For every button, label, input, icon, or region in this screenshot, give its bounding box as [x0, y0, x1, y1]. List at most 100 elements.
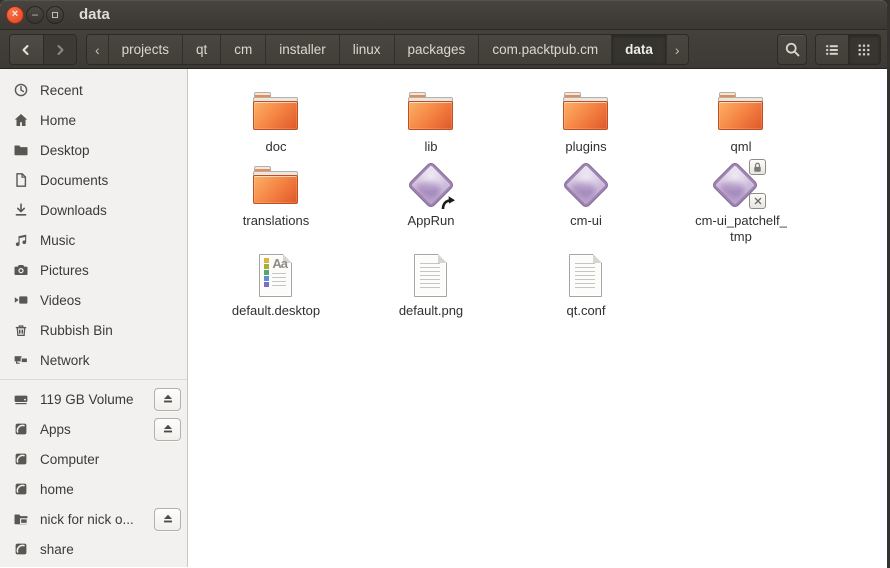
file-item-cm-ui[interactable]: cm-ui	[516, 161, 656, 229]
home-icon	[13, 112, 29, 128]
sidebar-item-home[interactable]: Home	[0, 105, 187, 135]
sidebar-item-recent[interactable]: Recent	[0, 75, 187, 105]
harddisk-icon	[13, 391, 29, 407]
file-item-default-png[interactable]: default.png	[361, 251, 501, 319]
sidebar-item-pictures[interactable]: Pictures	[0, 255, 187, 285]
sidebar-item-rubbish-bin[interactable]: Rubbish Bin	[0, 315, 187, 345]
file-name: lib	[361, 139, 501, 155]
disk-icon	[13, 451, 29, 467]
sidebar-device-volume[interactable]: 119 GB Volume	[0, 384, 187, 414]
file-name: default.png	[361, 303, 501, 319]
network-icon	[13, 352, 29, 368]
file-name: cm-ui_patchelf_tmp	[695, 213, 787, 245]
breadcrumb-scroll-right[interactable]: ›	[667, 35, 688, 64]
file-item-lib[interactable]: lib	[361, 87, 501, 155]
file-item-default-desktop[interactable]: Aa default.desktop	[206, 251, 346, 319]
lock-emblem-icon	[749, 159, 766, 175]
sidebar-device-share[interactable]: share	[0, 534, 187, 564]
file-name: AppRun	[361, 213, 501, 229]
sidebar-item-label: 119 GB Volume	[40, 392, 154, 407]
close-button[interactable]: ×	[6, 6, 24, 24]
sidebar-item-label: Downloads	[40, 203, 181, 218]
music-notes-icon	[13, 232, 29, 248]
sidebar-device-apps[interactable]: Apps	[0, 414, 187, 444]
folder-icon	[253, 92, 299, 132]
breadcrumb-packages[interactable]: packages	[395, 35, 480, 64]
sidebar-device-home[interactable]: home	[0, 474, 187, 504]
file-name: translations	[206, 213, 346, 229]
list-view-button[interactable]	[816, 35, 848, 64]
sidebar-separator	[0, 379, 187, 380]
file-name: default.desktop	[206, 303, 346, 319]
file-item-apprun[interactable]: AppRun	[361, 161, 501, 229]
file-grid: doc lib plugins qml translations	[188, 69, 887, 567]
sidebar-item-label: Recent	[40, 83, 181, 98]
text-file-icon	[414, 254, 447, 297]
file-item-translations[interactable]: translations	[206, 161, 346, 229]
breadcrumb-projects[interactable]: projects	[109, 35, 183, 64]
folder-icon	[253, 166, 299, 206]
file-name: cm-ui	[516, 213, 656, 229]
breadcrumb-scroll-left[interactable]: ‹	[87, 35, 109, 64]
aa-glyph: Aa	[272, 256, 287, 271]
sidebar-item-downloads[interactable]: Downloads	[0, 195, 187, 225]
file-item-qml[interactable]: qml	[671, 87, 811, 155]
sidebar-item-videos[interactable]: Videos	[0, 285, 187, 315]
sidebar: Recent Home Desktop Documents Downloads …	[0, 69, 188, 567]
sidebar-item-label: share	[40, 542, 181, 557]
color-swatches	[264, 258, 269, 288]
breadcrumb-cm[interactable]: cm	[221, 35, 266, 64]
sidebar-item-network[interactable]: Network	[0, 345, 187, 375]
breadcrumb-installer[interactable]: installer	[266, 35, 340, 64]
sidebar-item-label: Desktop	[40, 143, 181, 158]
breadcrumb-qt[interactable]: qt	[183, 35, 221, 64]
sidebar-item-label: Videos	[40, 293, 181, 308]
file-manager-window: × − data ‹ projects qt cm installer linu…	[0, 0, 887, 568]
disk-icon	[13, 481, 29, 497]
breadcrumb: ‹ projects qt cm installer linux package…	[86, 34, 689, 65]
view-switcher	[815, 34, 881, 65]
sidebar-item-desktop[interactable]: Desktop	[0, 135, 187, 165]
grid-view-button[interactable]	[848, 35, 881, 64]
sidebar-item-label: Pictures	[40, 263, 181, 278]
sidebar-item-label: Documents	[40, 173, 181, 188]
eject-button[interactable]	[154, 508, 181, 531]
grid-view-icon	[856, 42, 872, 58]
sidebar-item-music[interactable]: Music	[0, 225, 187, 255]
back-button[interactable]	[10, 35, 43, 64]
file-item-doc[interactable]: doc	[206, 87, 346, 155]
executable-icon	[562, 161, 610, 209]
text-file-icon	[569, 254, 602, 297]
folder-icon	[718, 92, 764, 132]
file-item-qt-conf[interactable]: qt.conf	[516, 251, 656, 319]
maximize-button[interactable]	[46, 6, 64, 24]
breadcrumb-com-packtpub-cm[interactable]: com.packtpub.cm	[479, 35, 612, 64]
search-button[interactable]	[777, 34, 807, 65]
forward-chevron-icon	[52, 42, 68, 58]
list-view-icon	[824, 42, 840, 58]
breadcrumb-data-current[interactable]: data	[612, 35, 667, 64]
folder-icon	[563, 92, 609, 132]
clock-icon	[13, 82, 29, 98]
eject-button[interactable]	[154, 418, 181, 441]
sidebar-device-nick[interactable]: nick for nick o...	[0, 504, 187, 534]
sidebar-device-computer[interactable]: Computer	[0, 444, 187, 474]
back-chevron-icon	[18, 42, 34, 58]
minimize-button[interactable]: −	[26, 6, 44, 24]
sidebar-item-documents[interactable]: Documents	[0, 165, 187, 195]
eject-button[interactable]	[154, 388, 181, 411]
sidebar-item-label: Music	[40, 233, 181, 248]
video-icon	[13, 292, 29, 308]
file-item-cm-ui-patchelf-tmp[interactable]: cm-ui_patchelf_tmp	[671, 161, 811, 245]
navigation-buttons	[9, 34, 77, 65]
folder-icon	[408, 92, 454, 132]
file-name: qt.conf	[516, 303, 656, 319]
file-name: plugins	[516, 139, 656, 155]
folder-icon	[13, 142, 29, 158]
symlink-arrow-icon	[440, 195, 456, 210]
file-name: qml	[671, 139, 811, 155]
breadcrumb-linux[interactable]: linux	[340, 35, 395, 64]
file-item-plugins[interactable]: plugins	[516, 87, 656, 155]
forward-button[interactable]	[43, 35, 77, 64]
no-access-emblem-icon	[749, 193, 766, 209]
